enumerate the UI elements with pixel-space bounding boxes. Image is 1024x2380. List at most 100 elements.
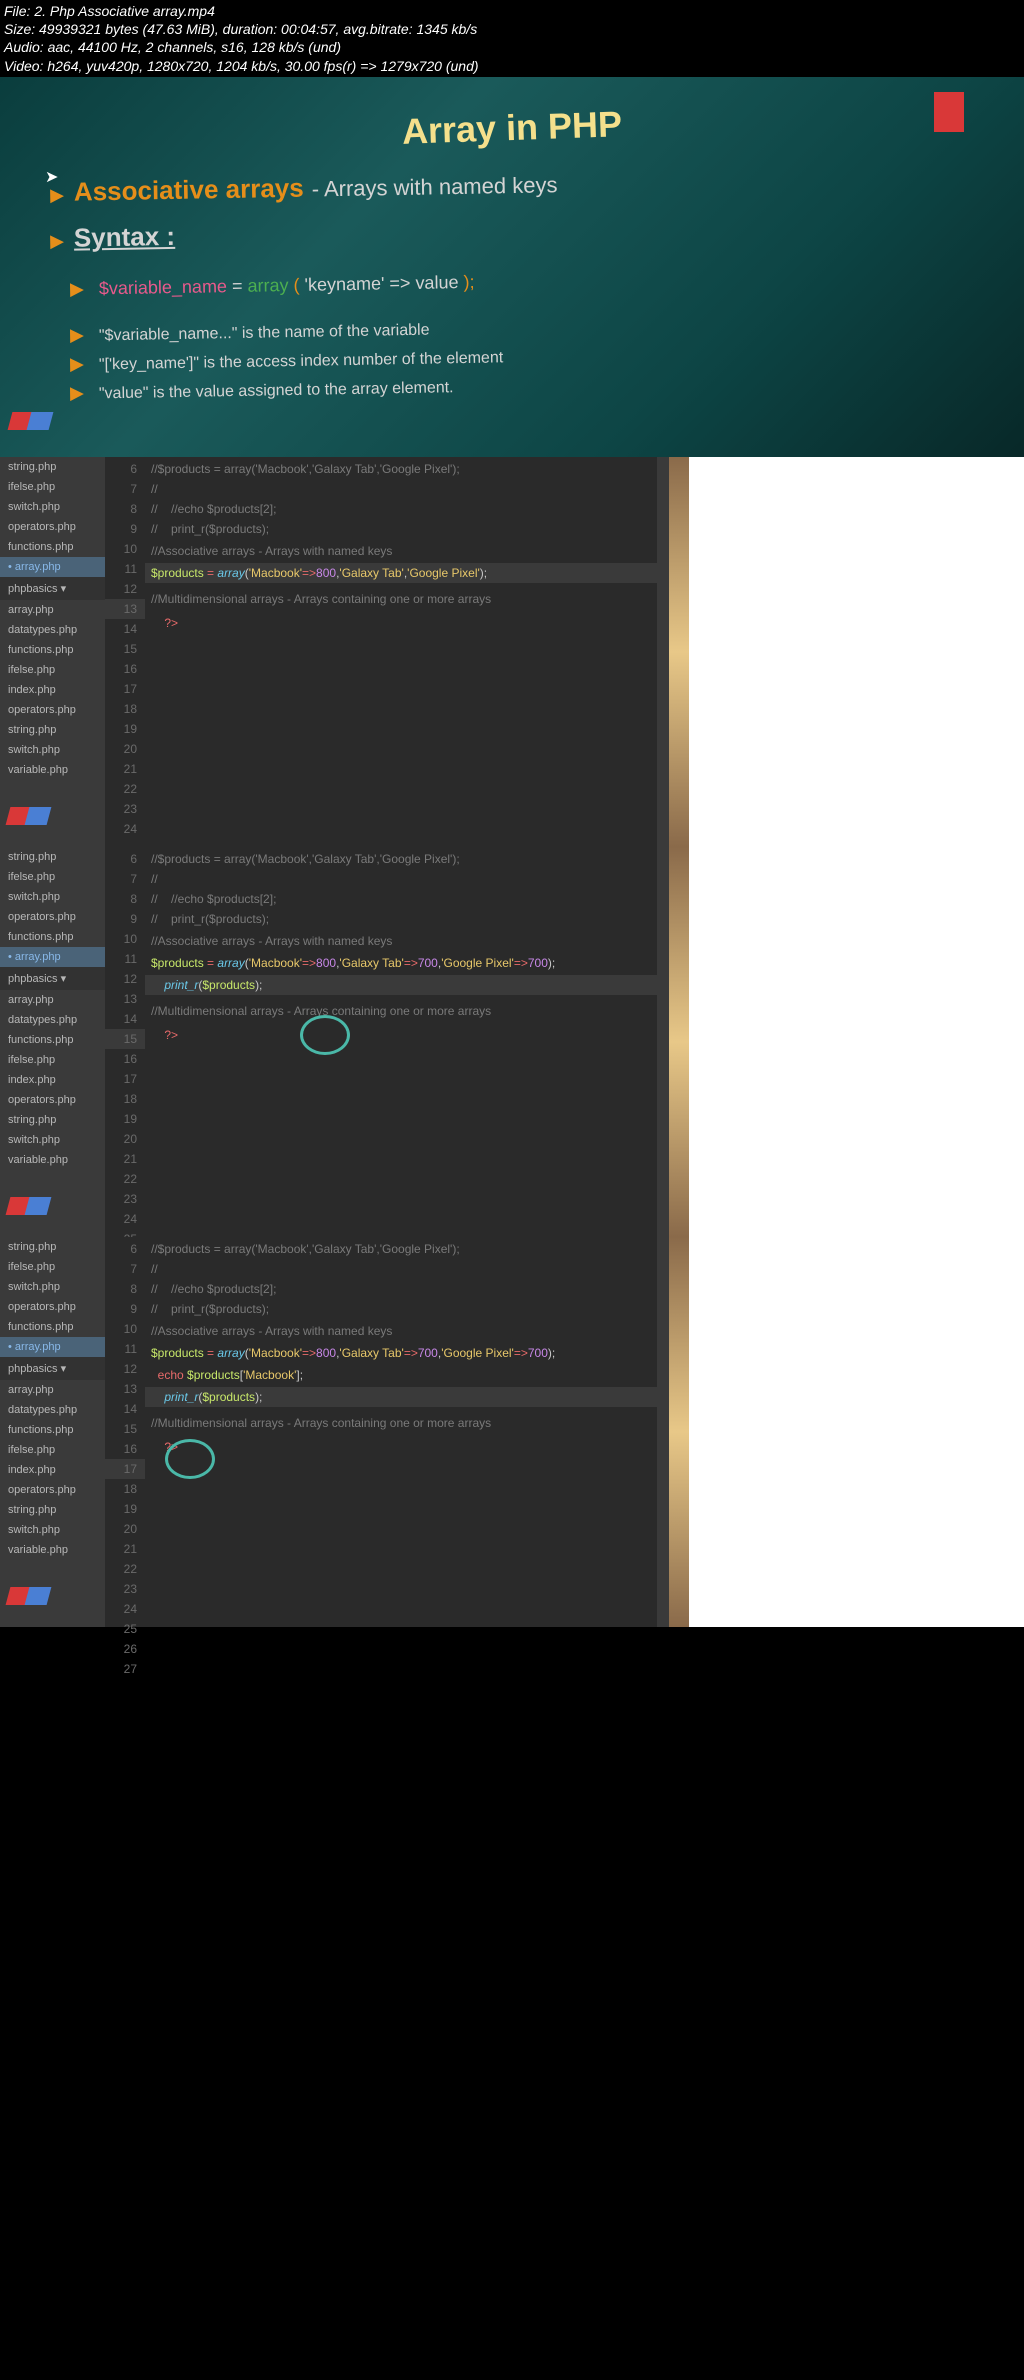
code-area[interactable]: //$products = array('Macbook','Galaxy Ta… bbox=[145, 847, 657, 1237]
code-line[interactable]: // print_r($products); bbox=[145, 519, 657, 539]
brand-logo-icon bbox=[8, 807, 53, 837]
sidebar-file-item[interactable]: ifelse.php bbox=[0, 867, 105, 887]
sidebar-file-item[interactable]: string.php bbox=[0, 847, 105, 867]
scrollbar[interactable] bbox=[657, 847, 669, 1237]
sidebar-file-item[interactable]: switch.php bbox=[0, 740, 105, 760]
code-editor-panel-3: string.phpifelse.phpswitch.phpoperators.… bbox=[0, 1237, 1024, 1627]
sidebar-file-item[interactable]: string.php bbox=[0, 1500, 105, 1520]
sidebar-file-item[interactable]: array.php bbox=[0, 990, 105, 1010]
sidebar-file-item[interactable]: functions.php bbox=[0, 1030, 105, 1050]
code-line[interactable]: ?> bbox=[145, 613, 657, 633]
code-line[interactable]: print_r($products); bbox=[145, 1387, 657, 1407]
sidebar-file-item-active[interactable]: • array.php bbox=[0, 947, 105, 967]
line-number: 13 bbox=[105, 599, 145, 619]
code-line[interactable]: ?> bbox=[145, 1025, 657, 1045]
sidebar-file-item[interactable]: variable.php bbox=[0, 1540, 105, 1560]
sidebar-folder[interactable]: phpbasics ▾ bbox=[0, 967, 105, 990]
sidebar-file-item[interactable]: array.php bbox=[0, 600, 105, 620]
sidebar-file-item[interactable]: string.php bbox=[0, 1237, 105, 1257]
code-line[interactable]: $products = array('Macbook'=>800,'Galaxy… bbox=[145, 563, 657, 583]
code-line[interactable] bbox=[145, 1461, 657, 1463]
sidebar-file-item[interactable]: functions.php bbox=[0, 927, 105, 947]
line-number: 19 bbox=[105, 719, 145, 739]
sidebar-file-item[interactable]: switch.php bbox=[0, 497, 105, 517]
sidebar-file-item[interactable]: string.php bbox=[0, 1110, 105, 1130]
sidebar-file-item-active[interactable]: • array.php bbox=[0, 1337, 105, 1357]
sidebar-file-item[interactable]: functions.php bbox=[0, 1317, 105, 1337]
code-line[interactable]: // print_r($products); bbox=[145, 1299, 657, 1319]
code-area[interactable]: //$products = array('Macbook','Galaxy Ta… bbox=[145, 1237, 657, 1627]
sidebar-file-item[interactable]: string.php bbox=[0, 457, 105, 477]
scrollbar[interactable] bbox=[657, 1237, 669, 1627]
code-line[interactable]: print_r($products); bbox=[145, 975, 657, 995]
sidebar-file-item[interactable]: switch.php bbox=[0, 1520, 105, 1540]
code-line[interactable]: // //echo $products[2]; bbox=[145, 889, 657, 909]
sidebar-file-item[interactable]: operators.php bbox=[0, 1090, 105, 1110]
file-sidebar: string.phpifelse.phpswitch.phpoperators.… bbox=[0, 457, 105, 847]
scrollbar[interactable] bbox=[657, 457, 669, 847]
sidebar-file-item[interactable]: datatypes.php bbox=[0, 1400, 105, 1420]
code-line[interactable]: // bbox=[145, 479, 657, 499]
code-line[interactable]: //Multidimensional arrays - Arrays conta… bbox=[145, 1413, 657, 1433]
sidebar-file-item[interactable]: index.php bbox=[0, 680, 105, 700]
sidebar-file-item[interactable]: variable.php bbox=[0, 1150, 105, 1170]
code-line[interactable]: echo $products['Macbook']; bbox=[145, 1365, 657, 1385]
sidebar-file-item[interactable]: functions.php bbox=[0, 640, 105, 660]
code-line[interactable]: // print_r($products); bbox=[145, 909, 657, 929]
code-line[interactable]: //Associative arrays - Arrays with named… bbox=[145, 931, 657, 951]
syntax-code-line: ▶ $variable_name = array ( 'keyname' => … bbox=[70, 263, 974, 300]
code-content: 'keyname' => value bbox=[304, 272, 458, 295]
sidebar-file-item[interactable]: switch.php bbox=[0, 1277, 105, 1297]
code-line[interactable]: $products = array('Macbook'=>800,'Galaxy… bbox=[145, 953, 657, 973]
code-line[interactable]: // bbox=[145, 869, 657, 889]
sidebar-folder[interactable]: phpbasics ▾ bbox=[0, 1357, 105, 1380]
sidebar-file-item[interactable]: operators.php bbox=[0, 700, 105, 720]
sidebar-file-item[interactable]: datatypes.php bbox=[0, 620, 105, 640]
code-line[interactable]: //Multidimensional arrays - Arrays conta… bbox=[145, 1001, 657, 1021]
sidebar-file-item[interactable]: variable.php bbox=[0, 760, 105, 780]
sidebar-file-item[interactable]: operators.php bbox=[0, 1297, 105, 1317]
sidebar-file-item[interactable]: functions.php bbox=[0, 537, 105, 557]
code-line[interactable]: //$products = array('Macbook','Galaxy Ta… bbox=[145, 459, 657, 479]
sidebar-file-item[interactable]: operators.php bbox=[0, 907, 105, 927]
sidebar-file-item[interactable]: operators.php bbox=[0, 1480, 105, 1500]
line-number: 23 bbox=[105, 1579, 145, 1599]
code-area[interactable]: //$products = array('Macbook','Galaxy Ta… bbox=[145, 457, 657, 847]
sidebar-file-item[interactable]: datatypes.php bbox=[0, 1010, 105, 1030]
sidebar-file-item[interactable]: switch.php bbox=[0, 887, 105, 907]
sidebar-file-item[interactable]: index.php bbox=[0, 1460, 105, 1480]
code-line[interactable]: ?> bbox=[145, 1437, 657, 1457]
line-number: 19 bbox=[105, 1109, 145, 1129]
sidebar-file-item[interactable]: array.php bbox=[0, 1380, 105, 1400]
code-line[interactable]: //$products = array('Macbook','Galaxy Ta… bbox=[145, 849, 657, 869]
sidebar-file-item[interactable]: ifelse.php bbox=[0, 1257, 105, 1277]
sidebar-file-item[interactable]: ifelse.php bbox=[0, 1050, 105, 1070]
line-number: 10 bbox=[105, 929, 145, 949]
code-line[interactable]: //Multidimensional arrays - Arrays conta… bbox=[145, 589, 657, 609]
code-line[interactable] bbox=[145, 1051, 657, 1053]
code-line[interactable]: //Associative arrays - Arrays with named… bbox=[145, 541, 657, 561]
code-line[interactable]: //$products = array('Macbook','Galaxy Ta… bbox=[145, 1239, 657, 1259]
sidebar-file-item[interactable]: functions.php bbox=[0, 1420, 105, 1440]
code-line[interactable] bbox=[145, 639, 657, 641]
code-line[interactable]: // //echo $products[2]; bbox=[145, 1279, 657, 1299]
code-line[interactable]: //Associative arrays - Arrays with named… bbox=[145, 1321, 657, 1341]
sidebar-file-item[interactable]: ifelse.php bbox=[0, 477, 105, 497]
file-name-line: File: 2. Php Associative array.mp4 bbox=[4, 2, 1020, 20]
line-number: 17 bbox=[105, 1069, 145, 1089]
sidebar-file-item[interactable]: index.php bbox=[0, 1070, 105, 1090]
sidebar-file-item[interactable]: switch.php bbox=[0, 1130, 105, 1150]
sidebar-file-item[interactable]: string.php bbox=[0, 720, 105, 740]
slide-heading: Associative arrays bbox=[74, 172, 304, 207]
line-number: 21 bbox=[105, 1149, 145, 1169]
code-line[interactable]: $products = array('Macbook'=>800,'Galaxy… bbox=[145, 1343, 657, 1363]
code-line[interactable]: // //echo $products[2]; bbox=[145, 499, 657, 519]
sidebar-file-item[interactable]: ifelse.php bbox=[0, 660, 105, 680]
sidebar-folder[interactable]: phpbasics ▾ bbox=[0, 577, 105, 600]
line-number: 27 bbox=[105, 1659, 145, 1679]
sidebar-file-item[interactable]: operators.php bbox=[0, 517, 105, 537]
sidebar-file-item-active[interactable]: • array.php bbox=[0, 557, 105, 577]
code-line[interactable]: // bbox=[145, 1259, 657, 1279]
sidebar-file-item[interactable]: ifelse.php bbox=[0, 1440, 105, 1460]
line-number: 16 bbox=[105, 659, 145, 679]
